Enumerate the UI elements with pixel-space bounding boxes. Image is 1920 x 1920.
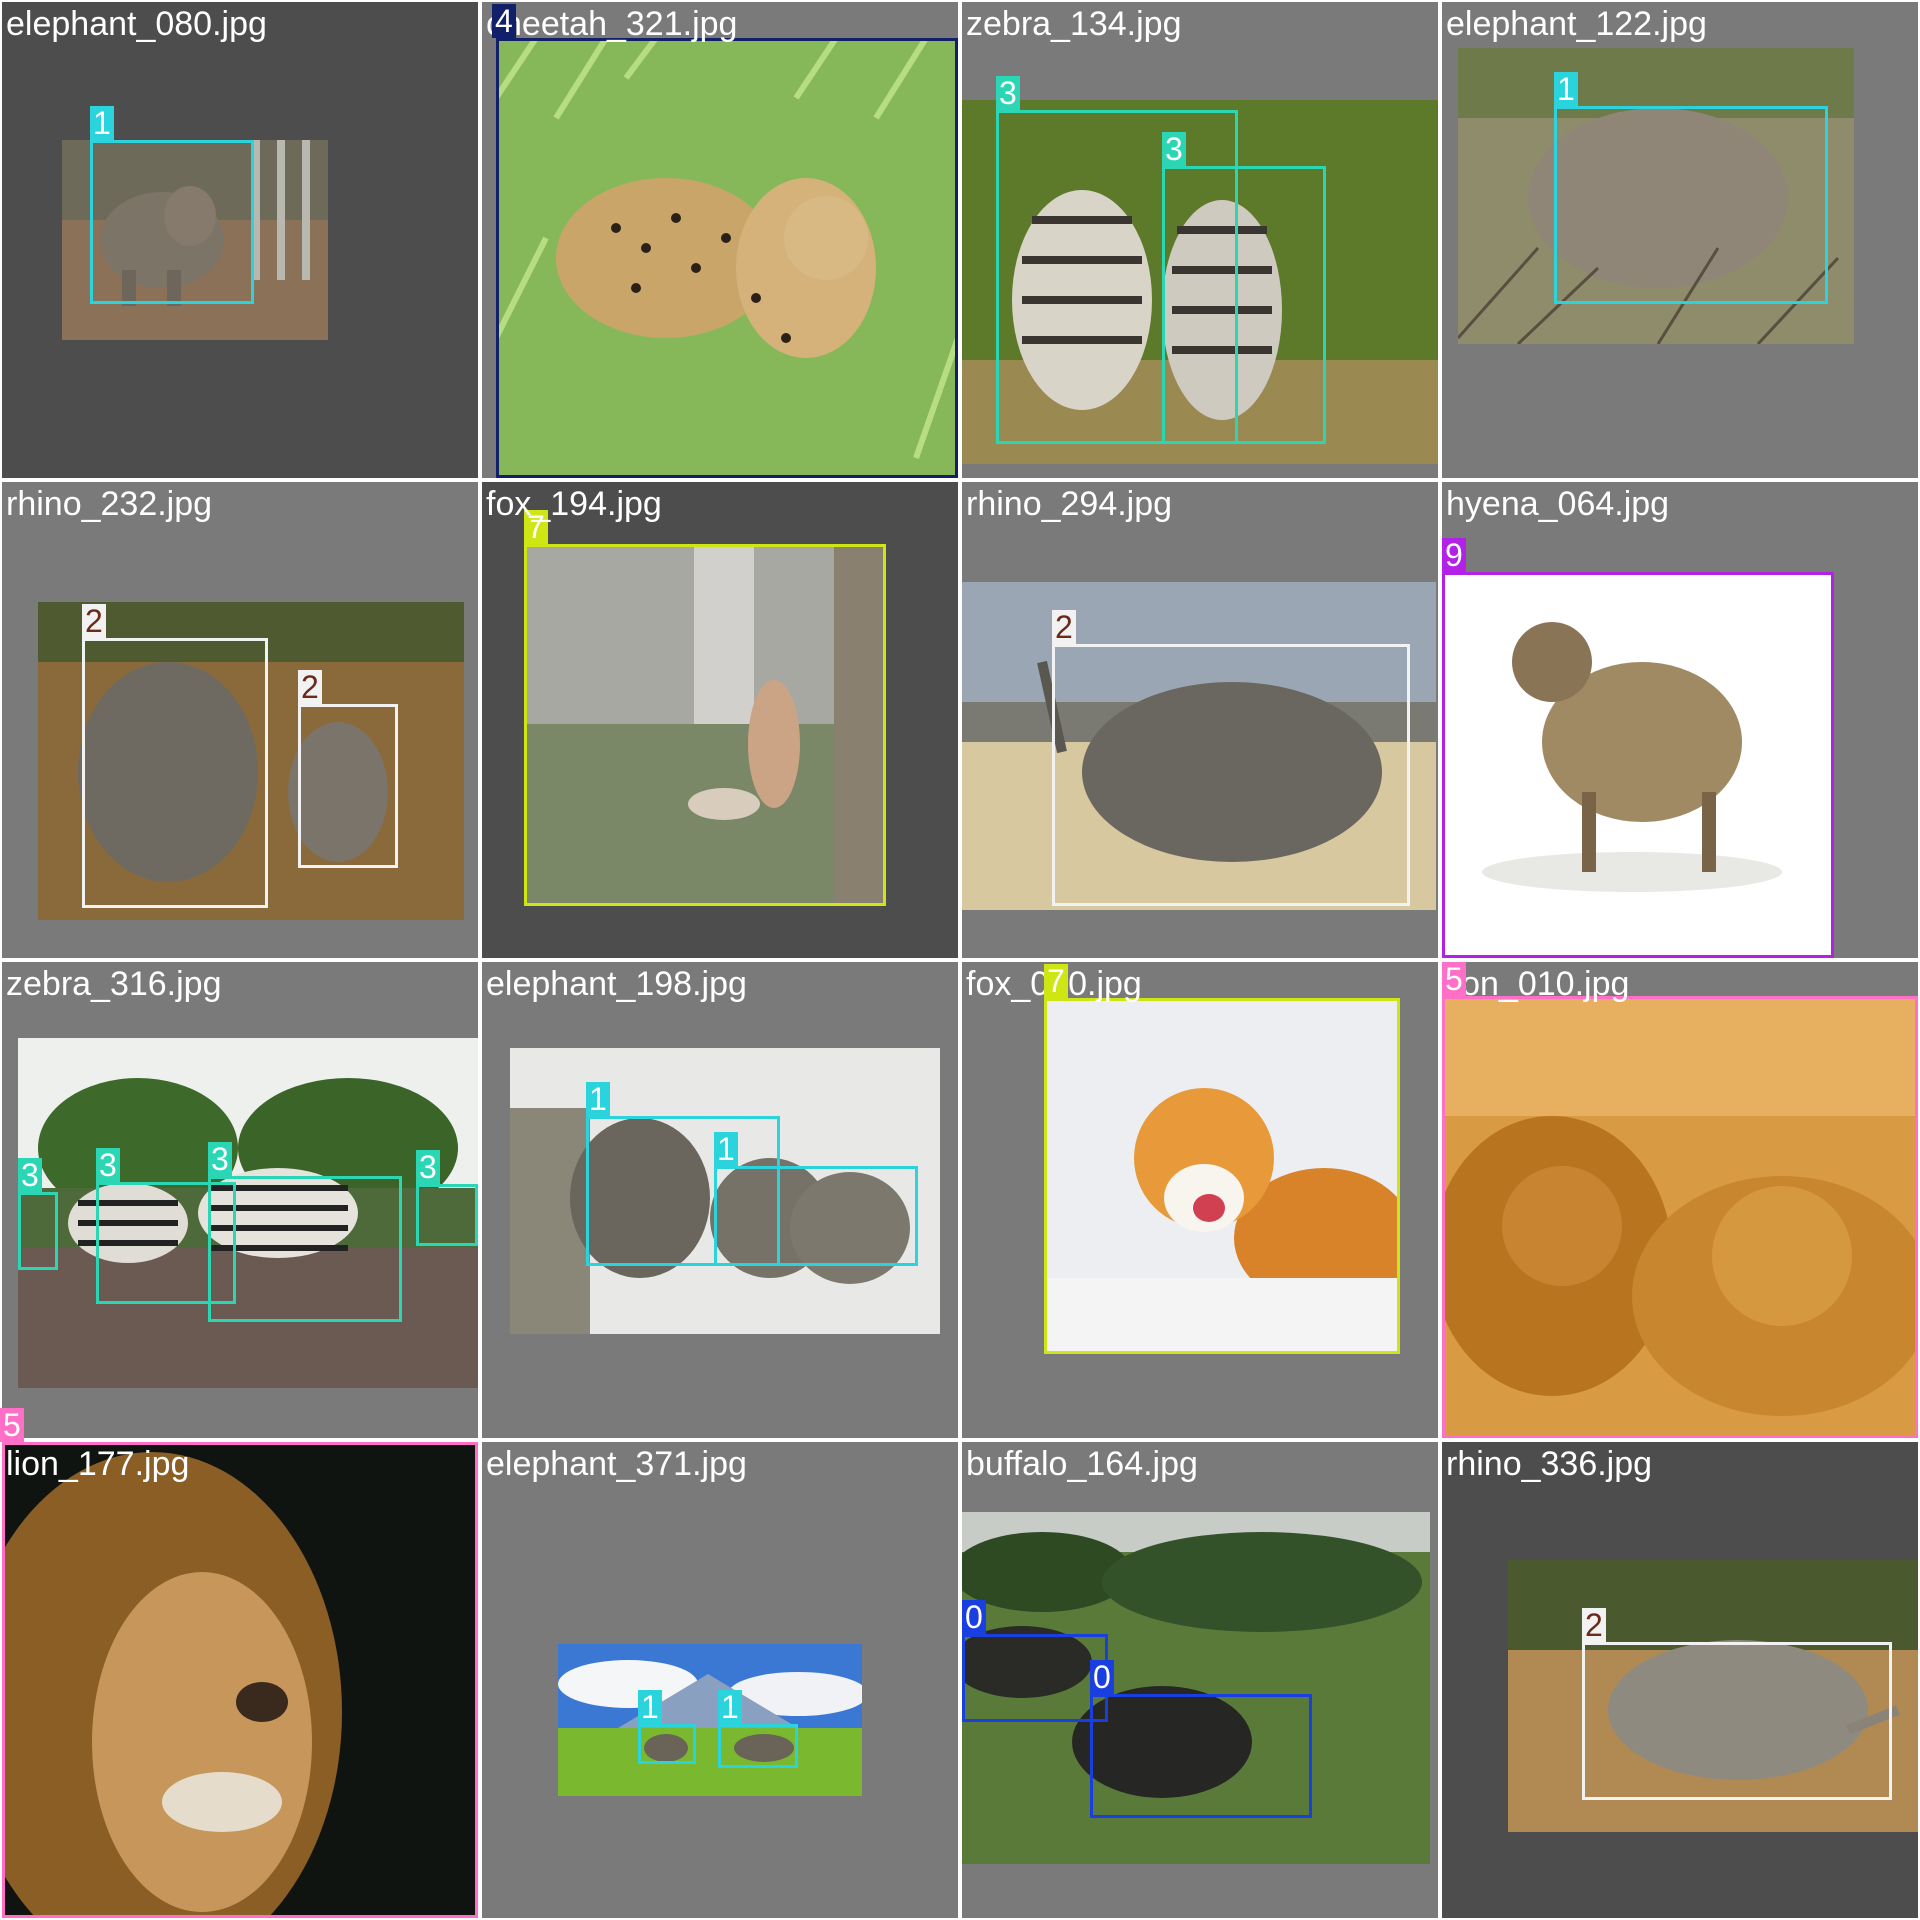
class-label: 3 (416, 1150, 440, 1184)
bbox (82, 638, 268, 908)
filename-label: rhino_232.jpg (6, 485, 213, 523)
class-label: 5 (0, 1408, 24, 1442)
class-label: 4 (492, 4, 516, 38)
tile-lion-177[interactable]: lion_177.jpg (2, 1442, 478, 1918)
filename-label: elephant_122.jpg (1446, 5, 1707, 43)
tile-rhino-336[interactable]: 2 rhino_336.jpg (1442, 1442, 1918, 1918)
filename-label: zebra_134.jpg (966, 5, 1182, 43)
filename-label: cheetah_321.jpg (486, 5, 738, 43)
bbox (1162, 166, 1326, 444)
class-label: 3 (18, 1158, 42, 1192)
bbox (638, 1724, 696, 1764)
class-label: 5 (1442, 962, 1466, 996)
tile-rhino-294[interactable]: 2 rhino_294.jpg (962, 482, 1438, 958)
filename-label: buffalo_164.jpg (966, 1445, 1198, 1483)
bbox (718, 1724, 798, 1768)
tile-elephant-080[interactable]: 1 elephant_080.jpg (2, 2, 478, 478)
class-label: 2 (82, 604, 106, 638)
bbox (1442, 572, 1834, 958)
filename-label: rhino_336.jpg (1446, 1445, 1653, 1483)
tile-hyena-064[interactable]: 9 hyena_064.jpg (1442, 482, 1918, 958)
filename-label: elephant_080.jpg (6, 5, 267, 43)
bbox (90, 140, 254, 304)
class-label: 3 (96, 1148, 120, 1182)
tile-fox-060[interactable]: fox_060.jpg 7 (962, 962, 1438, 1438)
tile-rhino-232[interactable]: 2 2 rhino_232.jpg (2, 482, 478, 958)
class-label: 1 (586, 1082, 610, 1116)
class-label: 2 (1582, 1608, 1606, 1642)
bbox (496, 38, 958, 478)
bbox (416, 1184, 478, 1246)
tile-zebra-134[interactable]: 3 3 zebra_134.jpg (962, 2, 1438, 478)
tile-elephant-198[interactable]: 1 1 elephant_198.jpg (482, 962, 958, 1438)
bbox (1442, 996, 1918, 1438)
class-label: 1 (714, 1132, 738, 1166)
class-label: 2 (298, 670, 322, 704)
detection-mosaic: 1 elephant_080.jpg cheetah_321.jpg 4 3 3… (0, 0, 1920, 1920)
tile-cheetah-321[interactable]: cheetah_321.jpg 4 (482, 2, 958, 478)
bbox (1554, 106, 1828, 304)
class-label: 3 (996, 76, 1020, 110)
filename-label: lion_010.jpg (1446, 965, 1630, 1003)
class-label: 1 (718, 1690, 742, 1724)
filename-label: lion_177.jpg (6, 1445, 190, 1483)
filename-label: zebra_316.jpg (6, 965, 222, 1003)
class-label: 7 (1044, 964, 1068, 998)
tile-buffalo-164[interactable]: 0 0 buffalo_164.jpg (962, 1442, 1438, 1918)
class-label: 2 (1052, 610, 1076, 644)
class-label: 1 (638, 1690, 662, 1724)
filename-label: elephant_198.jpg (486, 965, 747, 1003)
bbox (524, 544, 886, 906)
tile-lion-010[interactable]: lion_010.jpg 5 (1442, 962, 1918, 1438)
class-label: 0 (1090, 1660, 1114, 1694)
bbox (2, 1442, 478, 1918)
class-label: 3 (1162, 132, 1186, 166)
filename-label: elephant_371.jpg (486, 1445, 747, 1483)
class-label: 1 (1554, 72, 1578, 106)
filename-label: fox_194.jpg (486, 485, 662, 523)
filename-label: hyena_064.jpg (1446, 485, 1670, 523)
tile-elephant-122[interactable]: 1 elephant_122.jpg (1442, 2, 1918, 478)
bbox (208, 1176, 402, 1322)
tile-fox-194[interactable]: 7 fox_194.jpg (482, 482, 958, 958)
bbox (1582, 1642, 1892, 1800)
filename-label: rhino_294.jpg (966, 485, 1173, 523)
bbox (18, 1192, 58, 1270)
bbox (1052, 644, 1410, 906)
bbox (1044, 998, 1400, 1354)
class-label: 0 (962, 1600, 986, 1634)
bbox (298, 704, 398, 868)
photo (558, 1644, 862, 1796)
class-label: 9 (1442, 538, 1466, 572)
tile-zebra-316[interactable]: 3 3 3 3 zebra_316.jpg (2, 962, 478, 1438)
bbox (962, 1634, 1108, 1722)
class-label: 1 (90, 106, 114, 140)
bbox (714, 1166, 918, 1266)
bbox (1090, 1694, 1312, 1818)
tile-elephant-371[interactable]: 1 1 elephant_371.jpg (482, 1442, 958, 1918)
class-label: 3 (208, 1142, 232, 1176)
